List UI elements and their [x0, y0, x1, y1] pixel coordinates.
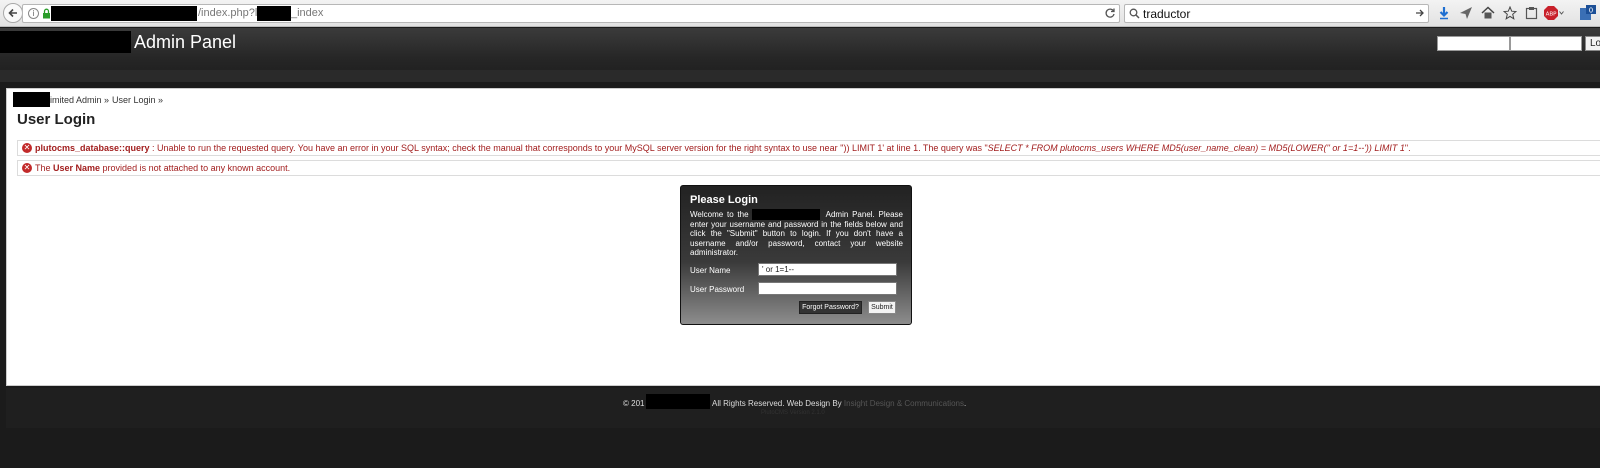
header-password-input[interactable]: [1510, 36, 1582, 51]
bookmark-star-icon[interactable]: [1502, 5, 1518, 21]
main-panel: imited Admin » User Login » User Login ✕…: [6, 88, 1600, 386]
error-text: : Unable to run the requested query. You…: [149, 143, 988, 153]
error-end: ".: [1404, 143, 1411, 153]
footer-rights: All Rights Reserved. Web Design By: [712, 399, 844, 408]
footer: © 201 All Rights Reserved. Web Design By…: [6, 388, 1600, 428]
redacted-url-segment: [257, 6, 291, 21]
username-input[interactable]: ' or 1=1--: [758, 263, 897, 276]
user-error-message: ✕ The User Name provided is not attached …: [17, 160, 1600, 176]
url-suffix: _index: [291, 7, 324, 19]
redacted-breadcrumb: [13, 92, 50, 107]
redacted-company: [646, 394, 710, 409]
clipboard-icon[interactable]: [1523, 5, 1539, 21]
info-icon[interactable]: i: [28, 8, 39, 19]
url-path: /index.php?l=: [198, 7, 264, 19]
error-icon: ✕: [22, 143, 32, 153]
notification-count: 0: [1589, 7, 1593, 15]
search-go-icon[interactable]: [1414, 7, 1425, 19]
site-title: Admin Panel: [134, 32, 237, 52]
send-icon[interactable]: [1458, 5, 1474, 21]
header-username-input[interactable]: [1437, 36, 1510, 51]
adblock-badge: ABP: [1546, 12, 1558, 18]
lock-icon: [43, 8, 50, 19]
login-description: Welcome to the Admin Panel. Please enter…: [690, 210, 903, 258]
forgot-password-button[interactable]: Forgot Password?: [799, 301, 862, 314]
login-title: Please Login: [690, 194, 758, 206]
search-icon: [1129, 8, 1140, 19]
header-login-button[interactable]: Lo: [1585, 36, 1600, 51]
redacted-domain: [51, 6, 197, 21]
footer-version: PlutoCMS Version 2.1.0: [761, 410, 825, 416]
error-icon: ✕: [22, 163, 32, 173]
password-label: User Password: [690, 285, 745, 294]
error-source: plutocms_database::query: [35, 143, 150, 153]
back-button[interactable]: [3, 3, 23, 23]
username-label: User Name: [690, 266, 731, 275]
footer-end: .: [963, 399, 967, 408]
footer-copyright: © 201: [623, 399, 645, 408]
login-desc-prefix: Welcome to the: [690, 210, 749, 219]
error-field: User Name: [53, 163, 101, 173]
reload-icon[interactable]: [1104, 7, 1116, 19]
search-bar[interactable]: traductor: [1124, 4, 1429, 23]
login-form: Please Login Welcome to the Admin Panel.…: [680, 185, 912, 325]
password-input[interactable]: [758, 282, 897, 295]
notifications-icon[interactable]: 0: [1580, 5, 1596, 21]
header-bottom-strip: [0, 70, 1600, 82]
back-arrow-icon: [8, 8, 17, 18]
breadcrumb-item-login[interactable]: User Login »: [112, 95, 163, 105]
submit-button[interactable]: Submit: [868, 301, 896, 314]
download-icon[interactable]: [1436, 5, 1452, 21]
home-icon[interactable]: [1480, 5, 1496, 21]
redacted-site-name: [0, 31, 131, 53]
page-title: User Login: [17, 111, 96, 128]
search-input[interactable]: traductor: [1143, 7, 1190, 21]
adblock-icon[interactable]: ABP: [1544, 5, 1564, 21]
breadcrumb-item-admin[interactable]: imited Admin »: [50, 95, 109, 105]
footer-designer-link[interactable]: Insight Design & Communications: [844, 399, 964, 408]
error-text: provided is not attached to any known ac…: [100, 163, 291, 173]
error-prefix: The: [35, 163, 54, 173]
footer-credits: All Rights Reserved. Web Design By Insig…: [712, 399, 966, 408]
url-bar[interactable]: i /index.php?l= _index: [22, 4, 1120, 23]
browser-toolbar: i /index.php?l= _index traductor ABP 0: [0, 0, 1600, 27]
error-query: SELECT * FROM plutocms_users WHERE MD5(u…: [987, 143, 1405, 153]
sql-error-message: ✕ plutocms_database::query : Unable to ru…: [17, 140, 1600, 156]
